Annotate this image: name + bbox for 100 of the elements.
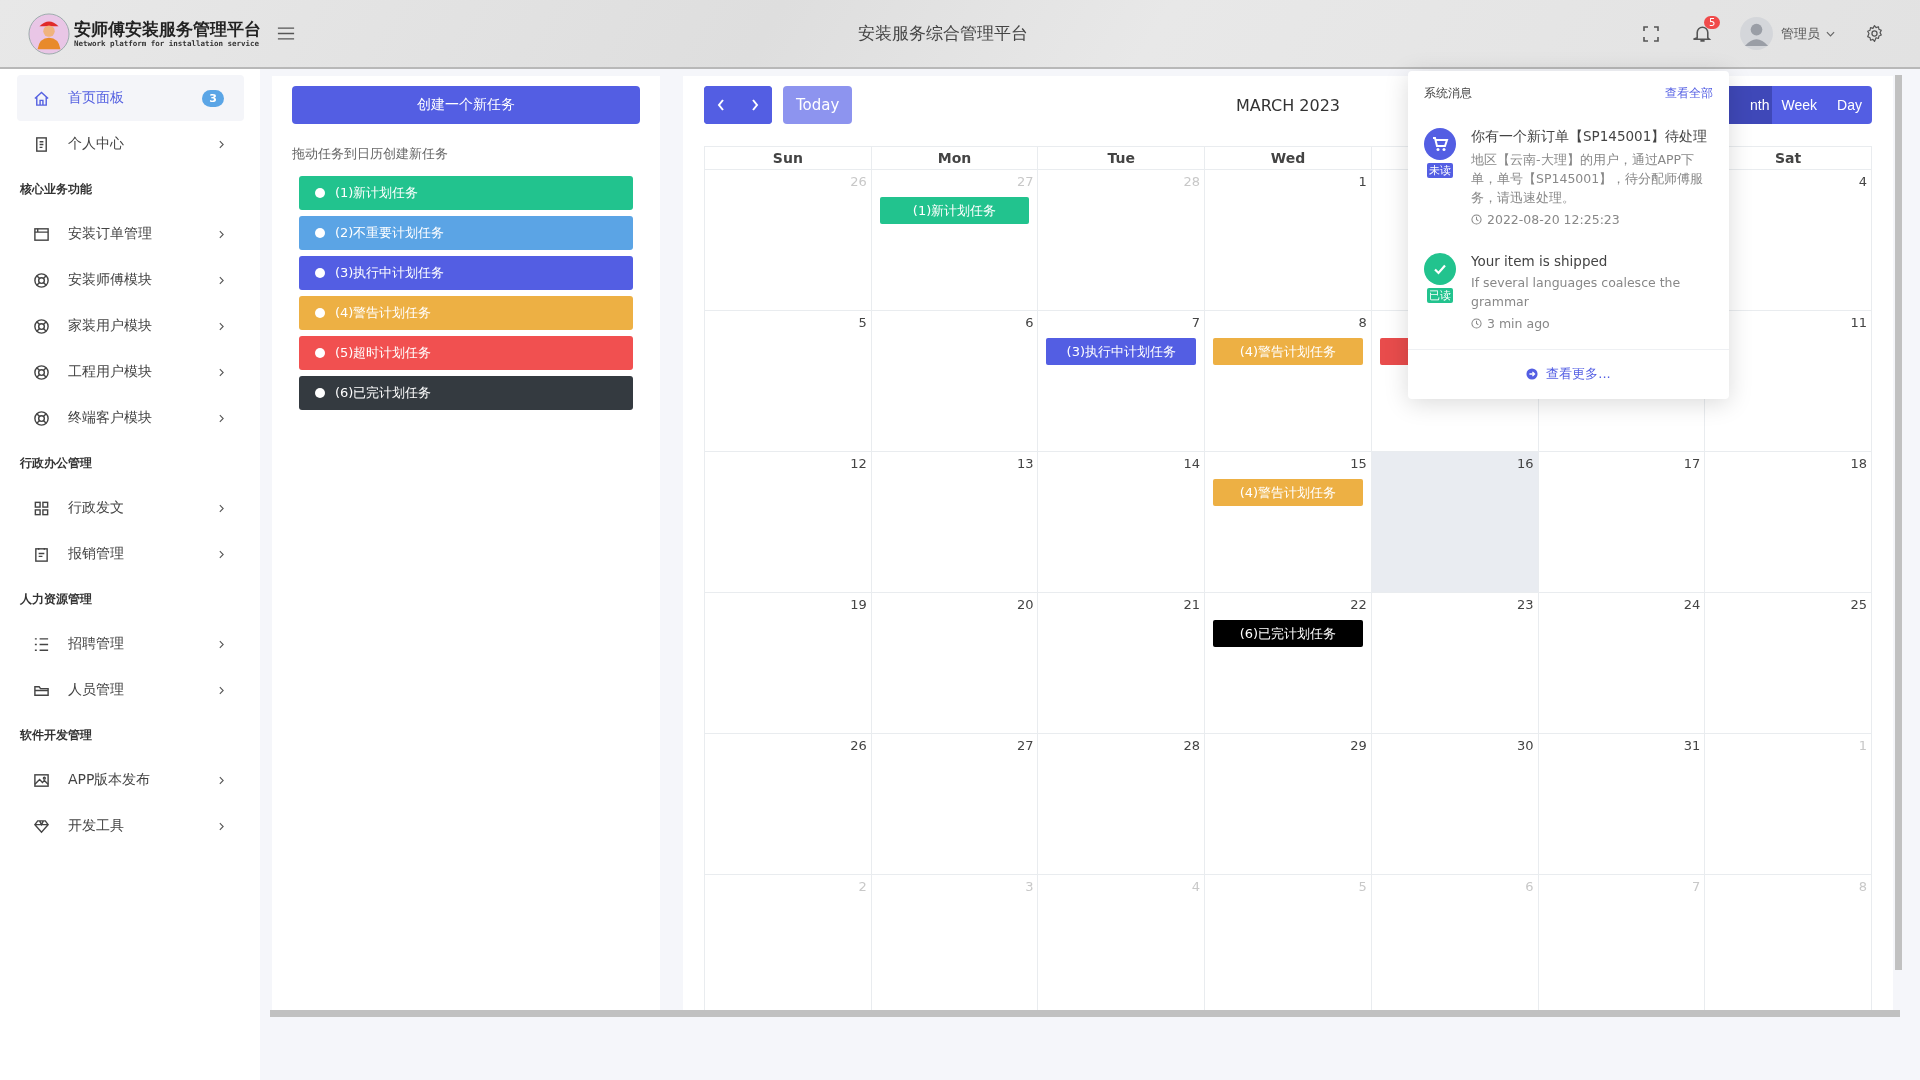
chevron-right-icon (219, 413, 224, 423)
day-number: 24 (1683, 597, 1701, 614)
grid-icon (33, 499, 50, 517)
sidebar-item[interactable]: 个人中心 (17, 121, 244, 167)
view-tab[interactable]: Day (1827, 86, 1872, 124)
buoy-icon (33, 317, 50, 335)
worker-logo-icon (28, 12, 70, 55)
notification-count: 5 (1704, 16, 1721, 29)
notification-text: If several languages coalesce the grammar (1471, 274, 1682, 311)
menu-icon[interactable] (277, 27, 295, 40)
day-cell[interactable]: 13 (871, 452, 1039, 593)
day-cell[interactable]: 27 (871, 734, 1039, 875)
arrow-right-circle-icon (1526, 368, 1539, 380)
sidebar-item[interactable]: 工程用户模块 (17, 349, 244, 395)
day-cell[interactable]: 25 (1705, 593, 1872, 734)
drag-hint: 拖动任务到日历创建新任务 (292, 145, 449, 163)
sidebar-item[interactable]: 安装订单管理 (17, 211, 244, 257)
day-cell[interactable]: 26 (705, 734, 872, 875)
day-number: 26 (850, 738, 867, 755)
doc-icon (33, 135, 50, 153)
day-number: 17 (1683, 456, 1701, 473)
day-number: 7 (1191, 315, 1201, 332)
sidebar-item[interactable]: 安装师傅模块 (17, 257, 244, 303)
day-cell[interactable]: 31 (1538, 734, 1706, 875)
sidebar-item[interactable]: 招聘管理 (17, 621, 244, 667)
day-cell[interactable]: 19 (705, 593, 872, 734)
clock-icon (1471, 214, 1482, 225)
notification-text: 地区【云南-大理】的用户，通过APP下单，单号【SP145001】，待分配师傅服务，请迅速处理。 (1471, 151, 1705, 207)
count-badge: 3 (202, 89, 224, 107)
day-cell[interactable]: 17 (1538, 452, 1706, 593)
draggable-task[interactable]: (5)超时计划任务 (299, 336, 633, 370)
day-number: 23 (1517, 597, 1534, 614)
view-more-link[interactable]: 查看更多... (1526, 365, 1611, 383)
day-number: 4 (1858, 174, 1867, 191)
weekday-header: Sat (1775, 150, 1802, 166)
day-cell[interactable]: 7 (3)执行中计划任务 (1038, 311, 1206, 452)
day-cell[interactable]: 14 (1038, 452, 1206, 593)
buoy-icon (33, 409, 50, 427)
sidebar-item[interactable]: 人员管理 (17, 667, 244, 713)
sidebar-item[interactable]: 行政发文 (17, 485, 244, 531)
weekday-header: Mon (937, 150, 972, 166)
notification-bell-icon[interactable] (1693, 24, 1712, 43)
notification-time: 2022-08-20 12:25:23 (1487, 212, 1620, 227)
check-icon (1424, 253, 1456, 285)
sidebar-item[interactable]: 开发工具 (17, 803, 244, 849)
day-cell[interactable]: 30 (1371, 734, 1539, 875)
chevron-right-icon (219, 549, 224, 559)
page-title: 安装服务综合管理平台 (858, 22, 1028, 45)
month-title: MARCH 2023 (1235, 95, 1341, 115)
cart-icon (1424, 128, 1456, 160)
settings-icon[interactable] (1865, 24, 1884, 43)
draggable-task[interactable]: (6)已完计划任务 (299, 376, 633, 410)
day-cell[interactable]: 21 (1038, 593, 1206, 734)
notification-time: 3 min ago (1487, 316, 1550, 331)
buoy-icon (33, 271, 50, 289)
day-number: 16 (1517, 456, 1534, 473)
calendar-event[interactable]: (3)执行中计划任务 (1046, 338, 1197, 365)
today-cell[interactable]: 16 (1371, 452, 1539, 593)
day-cell[interactable]: 1 (1205, 170, 1372, 311)
day-cell[interactable]: 5 (705, 311, 872, 452)
chevron-right-icon (219, 321, 224, 331)
window-icon (33, 225, 50, 243)
user-avatar[interactable] (1740, 17, 1773, 50)
day-cell[interactable]: 18 (1705, 452, 1872, 593)
notification-title: 你有一个新订单【SP145001】待处理 (1471, 128, 1709, 146)
horizontal-scrollbar[interactable] (270, 1010, 1900, 1017)
day-cell[interactable]: 20 (871, 593, 1039, 734)
day-cell[interactable]: 6 (871, 311, 1039, 452)
calendar-event[interactable]: (6)已完计划任务 (1213, 620, 1363, 647)
app-title: 安师傅安装服务管理平台 (74, 19, 261, 39)
day-cell[interactable]: 23 (1371, 593, 1539, 734)
day-cell[interactable]: 15 (4)警告计划任务 (1205, 452, 1372, 593)
day-cell[interactable]: 28 (1038, 734, 1206, 875)
day-number: 8 (1358, 315, 1367, 332)
day-number: 12 (850, 456, 867, 473)
day-number: 20 (1016, 597, 1034, 614)
diamond-icon (33, 817, 50, 835)
chevron-right-icon (219, 775, 224, 785)
day-cell[interactable]: 8 (4)警告计划任务 (1205, 311, 1372, 452)
day-cell[interactable]: 12 (705, 452, 872, 593)
day-number: 27 (1016, 738, 1034, 755)
day-number: 6 (1025, 315, 1034, 332)
user-menu[interactable]: 管理员 (1781, 24, 1820, 43)
sidebar-item[interactable]: 报销管理 (17, 531, 244, 577)
view-tab[interactable]: Week (1771, 86, 1828, 124)
day-cell[interactable]: 29 (1205, 734, 1372, 875)
draggable-task[interactable]: (3)执行中计划任务 (299, 256, 633, 290)
vertical-scrollbar[interactable] (1895, 75, 1902, 970)
create-task-button[interactable]: 创建一个新任务 (292, 86, 640, 124)
sidebar-item[interactable]: 首页面板 3 (17, 75, 244, 121)
sidebar-item[interactable]: 家装用户模块 (17, 303, 244, 349)
chevron-right-icon (219, 367, 224, 377)
sidebar-item[interactable]: APP版本发布 (17, 757, 244, 803)
fullscreen-icon[interactable] (1643, 25, 1659, 42)
sidebar-item[interactable]: 终端客户模块 (17, 395, 244, 441)
day-number: 5 (858, 315, 867, 332)
sidebar-section-title: 人力资源管理 (19, 591, 93, 608)
day-cell[interactable]: 24 (1538, 593, 1706, 734)
day-cell[interactable]: 22 (6)已完计划任务 (1205, 593, 1372, 734)
caret-icon[interactable] (1826, 30, 1835, 37)
